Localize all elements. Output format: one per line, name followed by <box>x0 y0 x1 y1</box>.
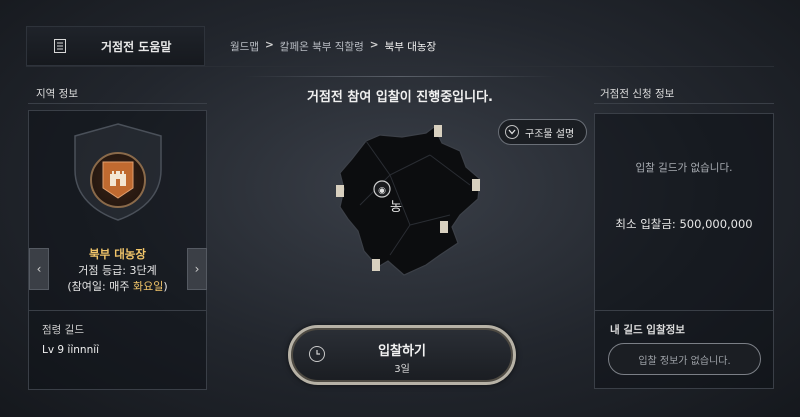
structure-info-button[interactable]: 구조물 설명 <box>498 119 587 145</box>
castle-icon <box>102 161 134 199</box>
siege-application-label: 거점전 신청 정보 <box>600 88 675 100</box>
bidding-headline: 거점전 참여 입찰이 진행중입니다. <box>307 90 493 105</box>
node-map[interactable]: ◉ 농 <box>330 115 490 285</box>
headline-divider <box>244 76 556 77</box>
participate-day: (참여일: 매주 화요일) <box>28 278 207 294</box>
my-guild-bid-label: 내 길드 입찰정보 <box>610 324 685 336</box>
participate-prefix: (참여일: 매주 <box>67 280 133 293</box>
breadcrumb-separator: > <box>264 39 274 51</box>
participate-suffix: ) <box>163 280 168 293</box>
chevron-down-icon <box>505 125 519 139</box>
breadcrumb-world-map[interactable]: 월드맵 <box>230 39 259 54</box>
tower-icon <box>434 125 442 137</box>
region-grade: 거점 등급: 3단계 <box>78 264 157 277</box>
application-divider <box>594 103 774 104</box>
tower-icon <box>440 221 448 233</box>
tower-icon <box>372 259 380 271</box>
guild-divider <box>28 310 207 311</box>
region-info-label: 지역 정보 <box>36 88 78 100</box>
tower-icon <box>472 179 480 191</box>
structure-info-label: 구조물 설명 <box>525 128 575 140</box>
breadcrumb-current: 북부 대농장 <box>384 41 437 53</box>
svg-text:◉: ◉ <box>378 186 386 196</box>
occupying-guild-value: Lv 9 ỉỉnnnỉỉ <box>42 344 100 356</box>
breadcrumb-separator: > <box>369 39 379 51</box>
bid-remaining-days: 3일 <box>394 364 410 375</box>
my-bid-empty-text: 입찰 정보가 없습니다. <box>638 355 731 367</box>
my-guild-divider <box>594 310 774 311</box>
my-guild-bid-info-button[interactable]: 입찰 정보가 없습니다. <box>608 343 761 375</box>
breadcrumb-region[interactable]: 칼페온 북부 직할령 <box>280 39 364 54</box>
breadcrumb: 월드맵 > 칼페온 북부 직할령 > 북부 대농장 <box>230 39 436 54</box>
document-icon <box>53 39 67 53</box>
occupying-guild-label: 점령 길드 <box>42 324 84 336</box>
siege-help-label: 거점전 도움말 <box>101 39 172 54</box>
region-name: 북부 대농장 <box>89 247 146 261</box>
region-info-divider <box>28 103 207 104</box>
region-emblem <box>90 152 146 208</box>
minimum-bid-amount: 최소 입찰금: 500,000,000 <box>615 217 753 231</box>
map-node-label: 농 <box>390 200 402 215</box>
participate-weekday: 화요일 <box>132 280 164 293</box>
tower-icon <box>336 185 344 197</box>
header-divider <box>26 66 774 67</box>
bid-button-label: 입찰하기 <box>378 344 426 359</box>
siege-help-button[interactable]: 거점전 도움말 <box>26 26 205 66</box>
no-bidding-guild-text: 입찰 길드가 없습니다. <box>635 162 733 174</box>
